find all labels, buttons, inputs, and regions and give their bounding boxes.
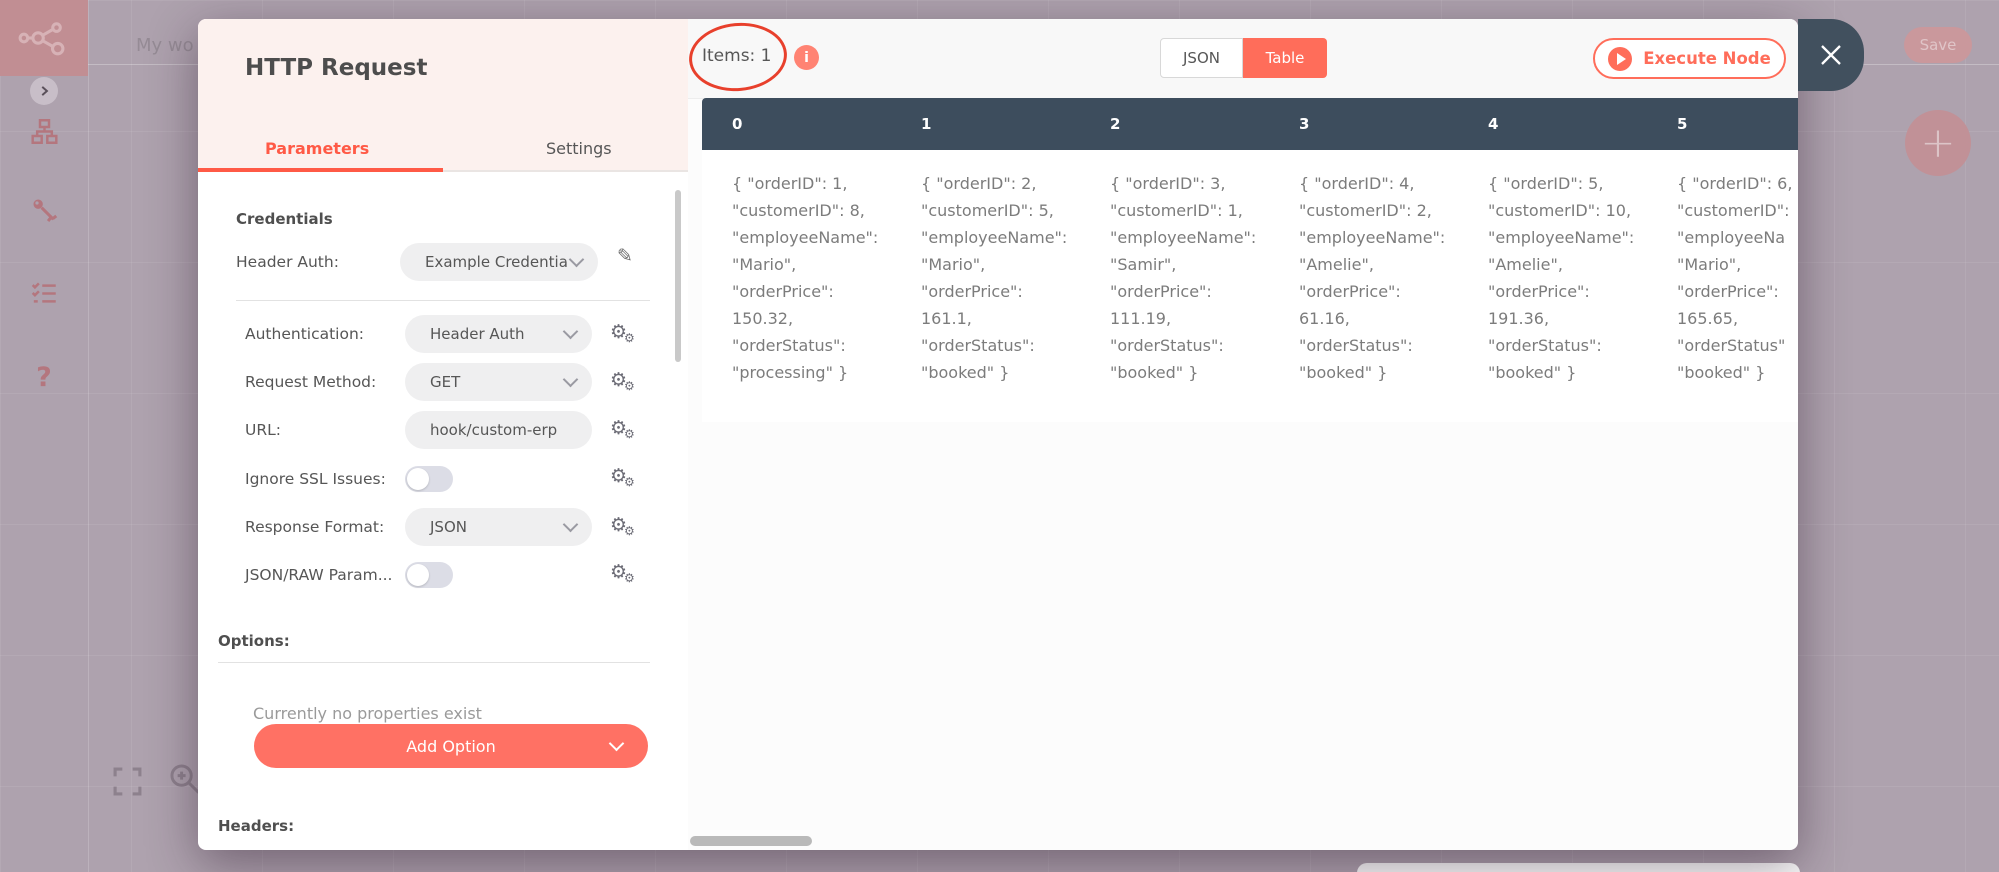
sidebar-item-credentials[interactable] <box>0 196 88 224</box>
key-icon <box>33 199 58 223</box>
ignore-ssl-toggle[interactable] <box>405 466 453 492</box>
authentication-value: Header Auth <box>430 325 525 343</box>
n8n-logo[interactable] <box>0 0 88 76</box>
table-cell: { "orderID": 6, "customerID": "employeeN… <box>1677 174 1793 382</box>
execute-node-button[interactable]: Execute Node <box>1593 38 1786 79</box>
zoom-to-fit-button[interactable] <box>112 766 143 797</box>
field-label-authentication: Authentication: <box>245 325 365 343</box>
output-header: Items: 1 i JSON Table Execute Node <box>688 19 1798 99</box>
field-label-json-raw: JSON/RAW Param... <box>245 566 393 584</box>
output-table-header: 0 1 2 3 4 5 <box>702 98 1798 150</box>
response-format-select[interactable]: JSON <box>405 508 592 546</box>
table-cell: { "orderID": 5, "customerID": 10, "emplo… <box>1488 174 1635 382</box>
output-table-row: { "orderID": 1, "customerID": 8, "employ… <box>702 150 1798 422</box>
node-settings-panel: HTTP Request Parameters Settings Credent… <box>198 19 688 850</box>
close-icon <box>1821 45 1841 65</box>
field-label-url: URL: <box>245 421 281 439</box>
json-raw-toggle[interactable] <box>405 562 453 588</box>
sidebar: ? <box>0 0 89 872</box>
zoom-in-button[interactable] <box>168 762 202 796</box>
expand-icon <box>113 767 142 796</box>
tab-settings[interactable]: Settings <box>546 139 612 158</box>
column-header: 1 <box>921 115 932 133</box>
gear-icon[interactable]: ⚙ ⚙ <box>610 514 638 545</box>
chevron-right-icon <box>41 86 49 96</box>
gear-icon[interactable]: ⚙ ⚙ <box>610 417 638 448</box>
add-option-label: Add Option <box>406 736 496 756</box>
output-horizontal-scrollbar[interactable] <box>690 836 812 846</box>
response-format-value: JSON <box>430 518 467 536</box>
options-section-label: Options: <box>218 632 290 650</box>
app-screen: My wo ? + Save HTTP Request Parameters S… <box>0 0 1999 872</box>
close-modal-button[interactable] <box>1798 19 1864 91</box>
toggle-knob <box>407 564 429 586</box>
active-tab-underline <box>198 168 443 172</box>
workflow-title: My wo <box>136 35 194 56</box>
node-title: HTTP Request <box>245 55 428 81</box>
left-panel-scrollbar[interactable] <box>675 190 681 362</box>
request-method-select[interactable]: GET <box>405 363 592 401</box>
gear-icon[interactable]: ⚙ ⚙ <box>610 465 638 496</box>
column-header: 3 <box>1299 115 1310 133</box>
gear-icon[interactable]: ⚙ ⚙ <box>610 369 638 400</box>
table-cell: { "orderID": 1, "customerID": 8, "employ… <box>732 174 879 382</box>
play-icon <box>1608 46 1633 71</box>
execute-node-label: Execute Node <box>1643 49 1771 68</box>
node-settings-header: HTTP Request Parameters Settings <box>198 19 688 171</box>
edit-credential-icon[interactable]: ✎ <box>617 245 633 267</box>
bottom-popup <box>1357 863 1800 872</box>
sidebar-collapse-button[interactable] <box>30 77 58 105</box>
url-input[interactable]: hook/custom-erp <box>405 411 592 449</box>
chevron-down-icon <box>562 371 579 388</box>
view-toggle-json[interactable]: JSON <box>1160 38 1243 78</box>
authentication-select[interactable]: Header Auth <box>405 315 592 353</box>
add-option-button[interactable]: Add Option <box>254 724 648 768</box>
table-cell: { "orderID": 2, "customerID": 5, "employ… <box>921 174 1068 382</box>
credential-field-label: Header Auth: <box>236 253 339 271</box>
workflows-icon <box>30 119 58 144</box>
gear-icon[interactable]: ⚙ ⚙ <box>610 321 638 352</box>
executions-list-icon <box>31 282 56 303</box>
divider <box>218 662 650 663</box>
credentials-section-label: Credentials <box>236 210 333 228</box>
field-label-ignore-ssl: Ignore SSL Issues: <box>245 470 386 488</box>
column-header: 4 <box>1488 115 1499 133</box>
sidebar-item-workflows[interactable] <box>0 118 88 145</box>
n8n-logo-icon <box>18 22 65 56</box>
column-header: 2 <box>1110 115 1121 133</box>
chevron-down-icon <box>608 735 625 752</box>
output-panel: Items: 1 i JSON Table Execute Node 0 1 2… <box>688 19 1798 850</box>
request-method-value: GET <box>430 373 461 391</box>
column-header: 5 <box>1677 115 1688 133</box>
headers-section-label: Headers: <box>218 817 295 835</box>
divider <box>236 300 650 301</box>
toggle-knob <box>407 468 429 490</box>
gear-icon[interactable]: ⚙ ⚙ <box>610 561 638 592</box>
save-button[interactable]: Save <box>1904 27 1972 63</box>
items-count: Items: 1 <box>702 46 772 66</box>
add-node-button[interactable]: + <box>1905 110 1971 176</box>
info-icon[interactable]: i <box>794 45 819 70</box>
table-cell: { "orderID": 3, "customerID": 1, "employ… <box>1110 174 1257 382</box>
sidebar-item-executions[interactable] <box>0 280 88 307</box>
credential-select[interactable]: Example Credentia <box>400 243 598 281</box>
sidebar-item-help[interactable]: ? <box>0 362 88 393</box>
chevron-down-icon <box>562 516 579 533</box>
credential-select-value: Example Credentia <box>425 253 568 271</box>
chevron-down-icon <box>562 323 579 340</box>
url-value: hook/custom-erp <box>430 421 558 439</box>
tab-parameters[interactable]: Parameters <box>265 139 369 158</box>
column-header: 0 <box>732 115 743 133</box>
view-toggle-table[interactable]: Table <box>1243 38 1327 78</box>
node-details-modal: HTTP Request Parameters Settings Credent… <box>198 19 1864 850</box>
zoom-in-icon <box>170 764 200 794</box>
help-icon: ? <box>36 362 52 393</box>
chevron-down-icon <box>568 251 585 268</box>
table-cell: { "orderID": 4, "customerID": 2, "employ… <box>1299 174 1446 382</box>
field-label-request-method: Request Method: <box>245 373 377 391</box>
options-empty-text: Currently no properties exist <box>253 704 482 723</box>
field-label-response-format: Response Format: <box>245 518 385 536</box>
